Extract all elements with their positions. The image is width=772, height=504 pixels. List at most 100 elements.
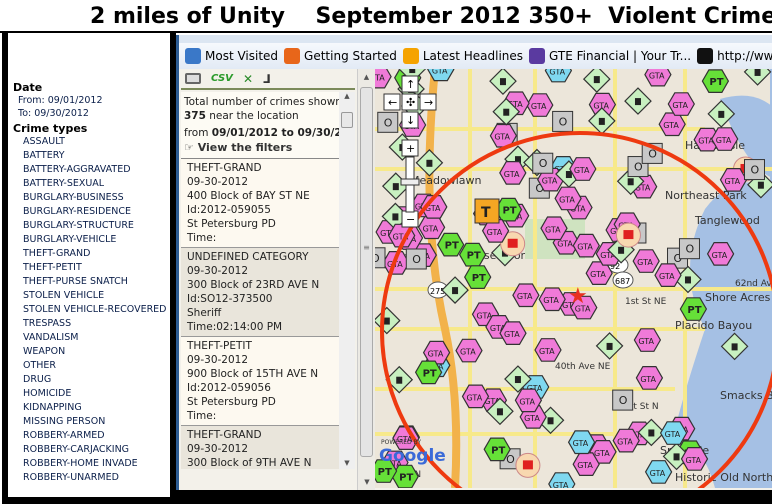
summary-near: near the location bbox=[205, 110, 299, 122]
marker-label: PT bbox=[687, 305, 701, 316]
crime-agency: St Petersburg PD bbox=[187, 218, 276, 230]
map-control-glyph: ✣ bbox=[406, 96, 415, 109]
crime-type-item: VANDALISM bbox=[23, 332, 79, 343]
marker-label: GTA bbox=[649, 72, 665, 81]
crime-list-item[interactable]: THEFT-GRAND 09-30-2012 300 Block of 9TH AV… bbox=[181, 426, 355, 469]
bookmark-item[interactable]: http://www.dailyma bbox=[697, 48, 772, 64]
bookmark-item[interactable]: Getting Started bbox=[284, 48, 397, 64]
crime-type-item: ROBBERY-CARJACKING bbox=[23, 444, 130, 455]
crime-types-list: ASSAULT BATTERY BATTERY-AGGRAVATED BATTERY-… bbox=[13, 135, 170, 485]
map-attribution: POWERED BY bbox=[381, 439, 421, 446]
marker-label: PT bbox=[399, 473, 413, 484]
house-icon bbox=[684, 276, 691, 284]
house-icon bbox=[593, 76, 600, 84]
view-filters-label: View the filters bbox=[197, 141, 293, 154]
bookmark-label: Most Visited bbox=[205, 49, 279, 63]
house-icon bbox=[503, 108, 510, 116]
marker-label: GTA bbox=[467, 393, 483, 402]
crime-type-item: ROBBERY-HOME INVADE bbox=[23, 458, 138, 469]
marker-label: GTA bbox=[574, 166, 590, 175]
bookmark-label: Latest Headlines bbox=[422, 49, 524, 63]
map-canvas[interactable]: Harbor IsleNortheast ParkTanglewoodMeado… bbox=[375, 69, 772, 488]
excel-export-icon[interactable]: ✕ bbox=[243, 72, 253, 86]
list-scrollbar-thumb[interactable] bbox=[341, 112, 353, 128]
house-icon bbox=[452, 287, 459, 295]
crime-address: 300 Block of 23RD AVE N bbox=[187, 279, 320, 291]
marker-label: GTA bbox=[524, 414, 540, 423]
crime-date: 09-30-2012 bbox=[187, 443, 249, 455]
crime-type-item: THEFT-PURSE SNATCH bbox=[23, 276, 128, 287]
print-icon[interactable] bbox=[185, 73, 201, 84]
summary-line: Total number of crimes shown: bbox=[184, 96, 346, 108]
page-scrollbar-thumb[interactable]: ≡ bbox=[360, 87, 373, 457]
csv-export-button[interactable]: CSV bbox=[211, 73, 233, 84]
from-date: 09/01/2012 bbox=[211, 127, 278, 139]
crime-map[interactable]: Harbor IsleNortheast ParkTanglewoodMeado… bbox=[375, 69, 772, 488]
crime-address: 300 Block of 9TH AVE N bbox=[187, 457, 312, 469]
page-title: 2 miles of Unity September 2012 350+ Vio… bbox=[0, 0, 772, 33]
view-filters-link[interactable]: ☞ View the filters bbox=[184, 141, 352, 155]
house-icon bbox=[392, 213, 399, 221]
house-icon bbox=[718, 110, 725, 118]
crime-type-item: BATTERY-AGGRAVATED bbox=[23, 164, 131, 175]
crime-agency: St Petersburg PD bbox=[187, 396, 276, 408]
crime-type-item: HOMICIDE bbox=[23, 388, 72, 399]
crime-list-item[interactable]: UNDEFINED CATEGORY 09-30-2012 300 Block of… bbox=[181, 248, 355, 337]
marker-label: GTA bbox=[539, 347, 555, 356]
place-label: 40th Ave NE bbox=[555, 362, 611, 372]
crime-type-item: DRUG bbox=[23, 374, 52, 385]
bookmark-label: http://www.dailyma bbox=[717, 49, 772, 63]
crime-type-item: BURGLARY-BUSINESS bbox=[23, 192, 124, 203]
crime-type-item: BURGLARY-RESIDENCE bbox=[23, 206, 132, 217]
date-heading: Date bbox=[13, 81, 43, 94]
list-scrollbar[interactable]: ▲ ▼ bbox=[339, 92, 355, 469]
pedestrian-icon[interactable]: ⅃ bbox=[263, 72, 271, 86]
house-icon bbox=[426, 159, 433, 167]
house-icon bbox=[648, 429, 655, 437]
marker-label: PT bbox=[467, 251, 481, 262]
house-icon bbox=[499, 78, 506, 86]
map-control-glyph: → bbox=[424, 96, 433, 109]
marker-label: GTA bbox=[517, 292, 533, 301]
crime-type-item: BURGLARY-VEHICLE bbox=[23, 234, 117, 245]
crime-type-item: STOLEN VEHICLE-RECOVERED bbox=[23, 304, 167, 315]
marker-label: GTA bbox=[725, 177, 741, 186]
marker-label: GTA bbox=[428, 350, 444, 359]
crime-type: THEFT-PETIT bbox=[187, 340, 252, 352]
marker-label: PT bbox=[472, 273, 486, 284]
marker-label: GTA bbox=[577, 243, 593, 252]
crime-agency: Sheriff bbox=[187, 307, 222, 319]
crime-list-item[interactable]: THEFT-GRAND 09-30-2012 400 Block of BAY ST… bbox=[181, 159, 355, 248]
pointing-hand-icon: ☞ bbox=[184, 141, 198, 154]
marker-label: O bbox=[539, 157, 548, 170]
gte-icon bbox=[529, 48, 546, 64]
crime-type-item: BATTERY-SEXUAL bbox=[23, 178, 105, 189]
marker-label: GTA bbox=[663, 121, 679, 130]
marker-label: GTA bbox=[716, 136, 732, 145]
page-icon bbox=[697, 48, 714, 64]
crime-id: Id:2012-059055 bbox=[187, 204, 271, 216]
crime-date: 09-30-2012 bbox=[187, 176, 249, 188]
bookmark-item[interactable]: Latest Headlines bbox=[402, 48, 524, 64]
marker-label: GTA bbox=[559, 195, 575, 204]
marker-label: GTA bbox=[573, 439, 589, 448]
route-shield-label: 687 bbox=[615, 277, 630, 286]
bookmark-item[interactable]: Most Visited bbox=[185, 48, 278, 64]
marker-label: PT bbox=[378, 467, 392, 478]
marker-label: PT bbox=[502, 206, 516, 217]
marker-label: GTA bbox=[617, 438, 633, 447]
marker-label: GTA bbox=[494, 133, 510, 142]
page-scrollbar[interactable]: ▲ ≡ ▼ bbox=[357, 69, 375, 490]
house-icon bbox=[757, 181, 764, 189]
marker-label: O bbox=[412, 253, 421, 266]
marker-label: O bbox=[375, 252, 380, 265]
zoom-slider-handle[interactable] bbox=[400, 178, 420, 186]
place-label: 62nd Ave NE bbox=[735, 279, 772, 289]
marker-label: GTA bbox=[553, 481, 569, 488]
marker-label: GTA bbox=[519, 397, 535, 406]
marker-label: GTA bbox=[640, 375, 656, 384]
place-label: Placido Bayou bbox=[675, 319, 752, 332]
bookmark-item[interactable]: GTE Financial | Your Tr... bbox=[529, 48, 691, 64]
crime-list-item[interactable]: THEFT-PETIT 09-30-2012 900 Block of 15TH A… bbox=[181, 337, 355, 426]
marker-label: GTA bbox=[504, 170, 520, 179]
